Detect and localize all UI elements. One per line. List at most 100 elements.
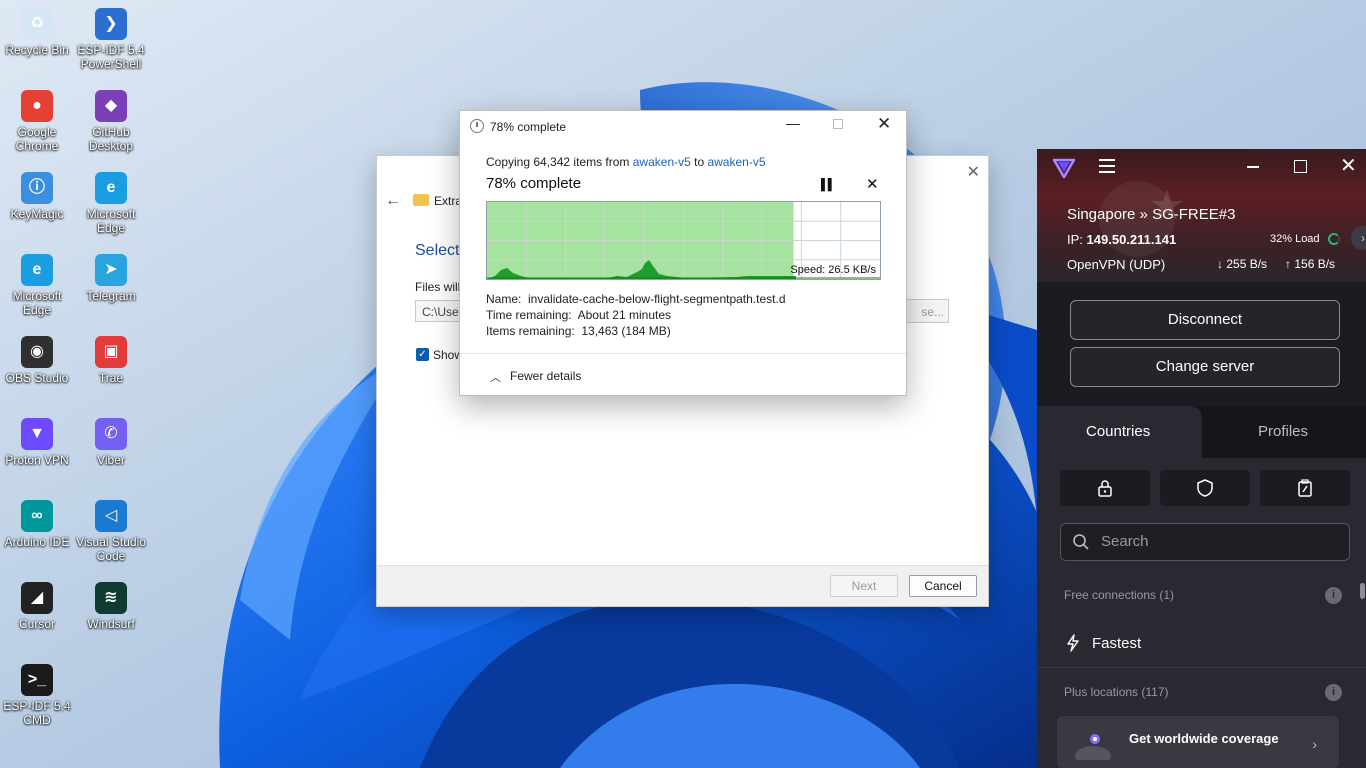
destination-link[interactable]: awaken-v5	[707, 155, 765, 169]
arduino-icon: ∞	[21, 500, 53, 532]
desktop-shortcut[interactable]: ◁ Visual Studio Code	[74, 500, 148, 563]
vscode-icon: ◁	[95, 500, 127, 532]
plus-locations-header: Plus locations (117)	[1064, 685, 1169, 699]
desktop-shortcut[interactable]: ➤ Telegram	[74, 254, 148, 303]
time-remaining: Time remaining: About 21 minutes	[486, 308, 671, 322]
streaming-filter[interactable]	[1260, 470, 1350, 506]
desktop-shortcut[interactable]: ✆ Viber	[74, 418, 148, 467]
source-link[interactable]: awaken-v5	[633, 155, 691, 169]
desktop-shortcut-label: Cursor	[18, 617, 55, 631]
desktop-shortcut[interactable]: ≋ Windsurf	[74, 582, 148, 631]
upload-value: 156 B/s	[1294, 257, 1336, 271]
server-load: 32% Load	[1270, 233, 1320, 245]
netshield-filter[interactable]	[1160, 470, 1250, 506]
search-placeholder: Search	[1101, 533, 1149, 550]
tab-countries[interactable]: Countries	[1086, 423, 1150, 440]
desktop-shortcut-label: GitHub Desktop	[88, 125, 134, 153]
load-ring-icon	[1328, 233, 1340, 245]
items-value: 13,463 (184 MB)	[581, 324, 671, 338]
desktop-shortcut[interactable]: ◆ GitHub Desktop	[74, 90, 148, 153]
desktop-shortcut[interactable]: ◢ Cursor	[0, 582, 74, 631]
chevron-up-icon[interactable]: ︿	[490, 369, 501, 385]
desktop-shortcut[interactable]: ❯ ESP-IDF 5.4 PowerShell	[74, 8, 148, 71]
minimize-icon[interactable]	[1247, 166, 1259, 168]
desktop-shortcut-label: Recycle Bin	[5, 43, 69, 57]
desktop-shortcut[interactable]: ◉ OBS Studio	[0, 336, 74, 385]
fewer-details-button[interactable]: Fewer details	[510, 369, 581, 383]
hamburger-menu-icon[interactable]	[1099, 159, 1115, 173]
cursor-icon: ◢	[21, 582, 53, 614]
desktop-shortcut[interactable]: ▼ Proton VPN	[0, 418, 74, 467]
pause-icon[interactable]: ▌▌	[821, 179, 836, 191]
desktop-shortcut-label: Arduino IDE	[4, 535, 70, 549]
change-server-button[interactable]: Change server	[1070, 347, 1340, 387]
telegram-icon: ➤	[95, 254, 127, 286]
desktop-shortcut-label: Telegram	[86, 289, 136, 303]
disconnect-button[interactable]: Disconnect	[1070, 300, 1340, 340]
divider	[1037, 667, 1366, 668]
next-button[interactable]: Next	[830, 575, 898, 597]
show-files-checkbox[interactable]: ✓	[416, 348, 429, 361]
ip-address: IP: 149.50.211.141	[1067, 232, 1176, 247]
desktop-shortcut[interactable]: >_ ESP-IDF 5.4 CMD	[0, 664, 74, 727]
desktop-shortcut[interactable]: ● Google Chrome	[0, 90, 74, 153]
desktop-shortcut[interactable]: e Microsoft Edge	[0, 254, 74, 317]
close-icon[interactable]: ✕	[967, 162, 980, 182]
divider	[460, 353, 906, 354]
desktop-shortcut-label: Windsurf	[87, 617, 135, 631]
time-value: About 21 minutes	[577, 308, 672, 322]
info-icon[interactable]: i	[1325, 587, 1342, 604]
lock-icon	[1098, 480, 1112, 497]
edge-icon: e	[21, 254, 53, 286]
tab-profiles[interactable]: Profiles	[1258, 423, 1308, 440]
secure-core-filter[interactable]	[1060, 470, 1150, 506]
desktop-shortcut-label: ESP-IDF 5.4 PowerShell	[77, 43, 145, 71]
ip-label: IP:	[1067, 232, 1083, 247]
recycle-bin-icon: ♻	[21, 8, 53, 40]
obs-icon: ◉	[21, 336, 53, 368]
proton-vpn-window[interactable]: ✕ Singapore » SG-FREE#3 IP: 149.50.211.1…	[1037, 149, 1366, 768]
desktop-shortcut[interactable]: ⓘ KeyMagic	[0, 172, 74, 221]
files-label: Files will	[415, 280, 461, 294]
desktop-shortcut-label: Viber	[97, 453, 125, 467]
info-icon[interactable]: i	[1325, 684, 1342, 701]
desktop-shortcut[interactable]: ∞ Arduino IDE	[0, 500, 74, 549]
proton-vpn-icon: ▼	[21, 418, 53, 450]
desktop-shortcut[interactable]: ▣ Trae	[74, 336, 148, 385]
copying-prefix: Copying 64,342 items from	[486, 155, 633, 169]
to-word: to	[690, 155, 708, 169]
desktop-shortcut-label: Visual Studio Code	[76, 535, 146, 563]
desktop-shortcut[interactable]: e Microsoft Edge	[74, 172, 148, 235]
github-desktop-icon: ◆	[95, 90, 127, 122]
maximize-icon[interactable]	[1294, 160, 1307, 173]
desktop-shortcut[interactable]: ♻ Recycle Bin	[0, 8, 74, 57]
speed-label: Speed: 26.5 KB/s	[790, 264, 876, 276]
maximize-icon	[833, 119, 843, 129]
cancel-copy-icon[interactable]: ✕	[866, 175, 879, 193]
minimize-icon[interactable]: —	[786, 115, 800, 131]
percent-complete: 78% complete	[486, 175, 582, 192]
connected-server: Singapore » SG-FREE#3	[1067, 206, 1236, 223]
time-label: Time remaining:	[486, 308, 572, 322]
zip-folder-icon	[413, 194, 429, 206]
close-icon[interactable]: ✕	[1340, 153, 1357, 178]
scrollbar-thumb[interactable]	[1360, 583, 1365, 599]
fastest-server-item[interactable]: Fastest	[1092, 635, 1141, 652]
upload-speed: ↑ 156 B/s	[1285, 257, 1336, 271]
shield-icon	[1197, 479, 1213, 497]
back-arrow-icon[interactable]: ←	[385, 192, 401, 210]
cancel-button[interactable]: Cancel	[909, 575, 977, 597]
powershell-icon: ❯	[95, 8, 127, 40]
viber-icon: ✆	[95, 418, 127, 450]
wizard-title: Extra	[434, 194, 463, 208]
lightning-icon	[1067, 634, 1079, 652]
free-connections-header: Free connections (1)	[1064, 588, 1175, 602]
trae-icon: ▣	[95, 336, 127, 368]
wizard-heading: Select	[415, 242, 460, 259]
wizard-footer: Next Cancel	[377, 565, 988, 606]
close-icon[interactable]: ✕	[877, 114, 891, 134]
chevron-right-icon: ›	[1312, 736, 1317, 752]
desktop-shortcut-label: KeyMagic	[10, 207, 64, 221]
copy-progress-dialog[interactable]: 78% complete — ✕ Copying 64,342 items fr…	[459, 110, 907, 396]
clipboard-icon	[1298, 479, 1312, 497]
